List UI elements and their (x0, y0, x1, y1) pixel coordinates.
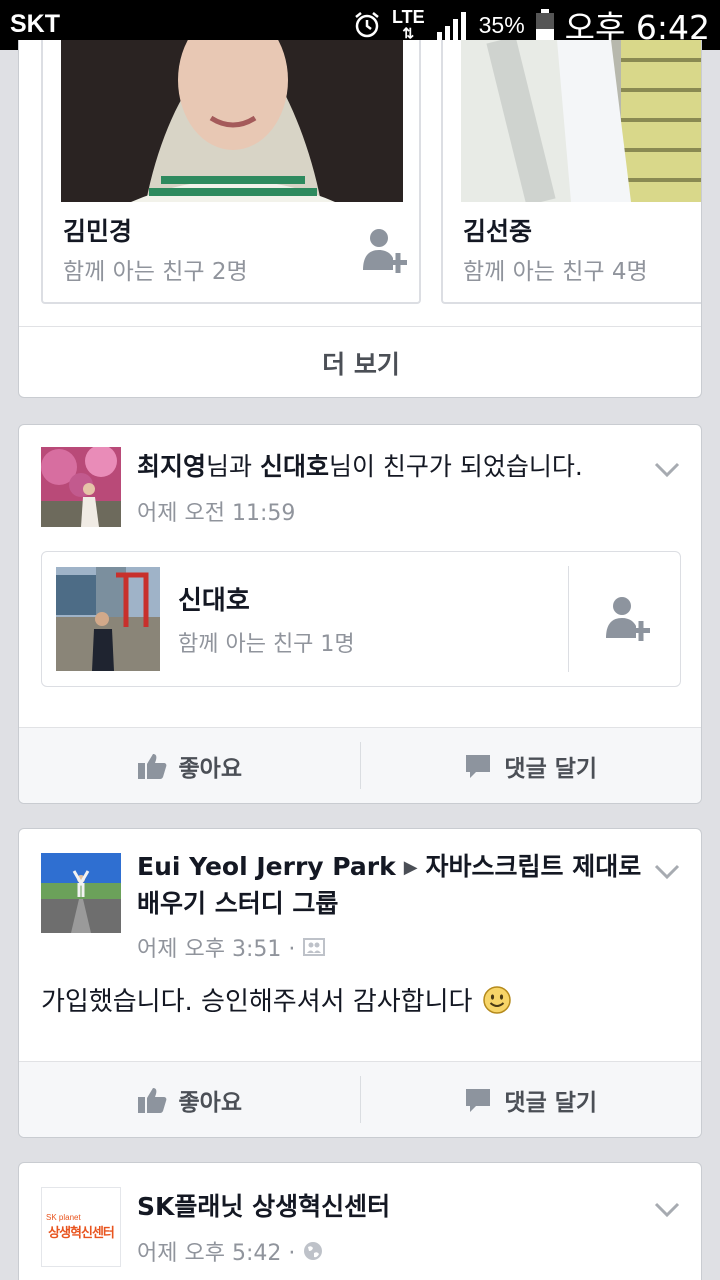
friend-attachment[interactable]: 신대호 함께 아는 친구 1명 (41, 551, 681, 687)
thumbs-up-icon (137, 1087, 166, 1113)
smile-emoji-icon (483, 985, 512, 1014)
add-friend-icon[interactable] (361, 226, 409, 278)
mutual-friends-count: 함께 아는 친구 2명 (63, 259, 248, 285)
like-button[interactable]: 좋아요 (19, 1062, 360, 1137)
globe-icon (304, 1242, 323, 1260)
battery-percent: 35% (478, 11, 525, 38)
logo-small-text: SK planet (46, 1213, 81, 1222)
people-you-may-know-card: 김민경 함께 아는 친구 2명 김선중 함께 아는 친구 4명 더 보기 (18, 40, 702, 398)
headline-text: 님과 (206, 452, 260, 481)
post-headline: Eui Yeol Jerry Park ▶ 자바스크립트 제대로 배우기 스터디… (137, 849, 647, 922)
suggestion-name[interactable]: 김선중 (463, 212, 532, 248)
carrier-label: SKT (10, 10, 60, 38)
post-timestamp[interactable]: 어제 오전 11:59 (137, 495, 295, 527)
page-post-card: SK planet 상생혁신센터 SK플래닛 상생혁신센터 어제 오후 5:42… (18, 1162, 702, 1280)
comment-button[interactable]: 댓글 달기 (361, 728, 702, 803)
comment-label: 댓글 달기 (504, 1089, 598, 1116)
actor-name[interactable]: 최지영 (137, 452, 206, 481)
post-text: 가입했습니다. 승인해주셔서 감사합니다 (41, 987, 473, 1017)
author-name[interactable]: Eui Yeol Jerry Park (137, 852, 396, 881)
battery-icon (535, 9, 554, 41)
like-button[interactable]: 좋아요 (19, 728, 360, 803)
divider (568, 566, 569, 672)
caret-right-icon: ▶ (403, 857, 418, 878)
chevron-down-icon[interactable] (653, 461, 681, 479)
group-audience-icon (303, 938, 326, 956)
post-timestamp[interactable]: 어제 오후 3:51 · (137, 931, 326, 963)
alarm-icon (355, 12, 379, 38)
add-friend-icon[interactable] (604, 594, 652, 646)
chevron-down-icon[interactable] (653, 1201, 681, 1219)
profile-photo[interactable] (61, 40, 403, 202)
post-timestamp[interactable]: 어제 오후 5:42 · (137, 1235, 323, 1267)
friend-photo[interactable] (56, 567, 160, 671)
actor-name[interactable]: 신대호 (260, 452, 329, 481)
post-headline: SK플래닛 상생혁신센터 (137, 1189, 647, 1225)
comment-icon (466, 1088, 491, 1112)
post-body: 가입했습니다. 승인해주셔서 감사합니다 (41, 981, 512, 1018)
like-label: 좋아요 (178, 755, 242, 782)
thumbs-up-icon (137, 753, 166, 779)
author-name[interactable]: SK플래닛 상생혁신센터 (137, 1192, 390, 1221)
page-logo[interactable]: SK planet 상생혁신센터 (41, 1187, 121, 1267)
see-more-button[interactable]: 더 보기 (19, 326, 701, 397)
action-bar: 좋아요 댓글 달기 (19, 727, 701, 803)
like-label: 좋아요 (178, 1089, 242, 1116)
comment-button[interactable]: 댓글 달기 (361, 1062, 702, 1137)
headline-text: 님이 친구가 되었습니다. (328, 452, 583, 481)
actor-avatar[interactable] (41, 447, 121, 527)
chevron-down-icon[interactable] (653, 863, 681, 881)
story-headline: 최지영님과 신대호님이 친구가 되었습니다. (137, 449, 647, 485)
friend-name[interactable]: 신대호 (178, 580, 250, 617)
suggestion-name[interactable]: 김민경 (63, 212, 132, 248)
suggestion-card[interactable]: 김선중 함께 아는 친구 4명 (441, 40, 702, 304)
profile-photo[interactable] (461, 40, 702, 202)
mutual-friends-count: 함께 아는 친구 1명 (178, 632, 355, 657)
suggestion-card[interactable]: 김민경 함께 아는 친구 2명 (41, 40, 421, 304)
author-avatar[interactable] (41, 853, 121, 933)
network-indicator: LTE ⇅ (391, 7, 425, 41)
mutual-friends-count: 함께 아는 친구 4명 (463, 259, 648, 285)
logo-text: 상생혁신센터 (48, 1226, 115, 1241)
action-bar: 좋아요 댓글 달기 (19, 1061, 701, 1137)
signal-icon (436, 12, 466, 40)
friendship-story-card: 최지영님과 신대호님이 친구가 되었습니다. 어제 오전 11:59 신대호 함… (18, 424, 702, 804)
group-post-card: Eui Yeol Jerry Park ▶ 자바스크립트 제대로 배우기 스터디… (18, 828, 702, 1138)
comment-label: 댓글 달기 (504, 755, 598, 782)
comment-icon (466, 754, 491, 778)
